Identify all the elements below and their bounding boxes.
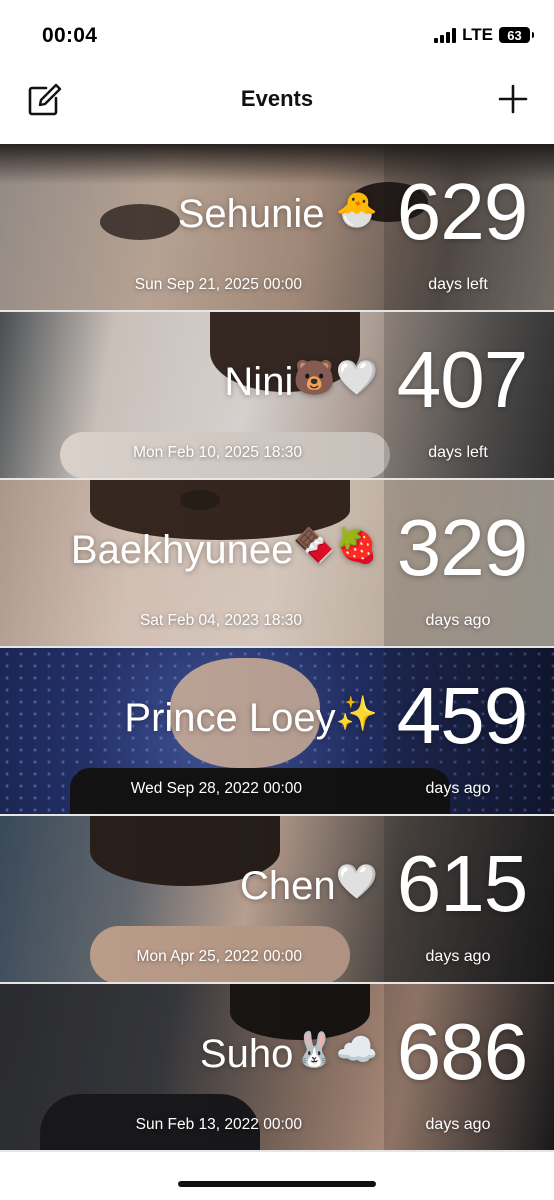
event-date: Mon Feb 10, 2025 18:30 — [133, 444, 302, 461]
event-card[interactable]: Chen🤍 Mon Apr 25, 2022 00:00 615 days ag… — [0, 816, 554, 984]
event-day-label: days ago — [425, 612, 491, 629]
event-day-label: days left — [428, 444, 488, 461]
event-day-count: 686 — [396, 1007, 528, 1096]
event-card[interactable]: Suho🐰☁️ Sun Feb 13, 2022 00:00 686 days … — [0, 984, 554, 1152]
event-day-count: 629 — [396, 167, 528, 256]
status-bar: 00:04 LTE 63 — [0, 0, 554, 70]
event-name: Sehunie 🐣 — [177, 191, 378, 236]
event-list: Sehunie 🐣 Sun Sep 21, 2025 00:00 629 day… — [0, 144, 554, 1152]
event-day-label: days ago — [425, 780, 491, 797]
event-day-count: 615 — [396, 839, 528, 928]
plus-icon[interactable] — [496, 82, 530, 116]
event-name: Suho🐰☁️ — [199, 1031, 378, 1076]
event-day-label: days ago — [425, 948, 491, 965]
home-indicator[interactable] — [178, 1181, 376, 1187]
network-type: LTE — [462, 25, 493, 44]
cellular-signal-icon — [434, 27, 457, 43]
event-day-count: 407 — [396, 335, 528, 424]
event-day-label: days ago — [425, 1116, 491, 1133]
event-card[interactable]: Baekhyunee🍫🍓 Sat Feb 04, 2023 18:30 329 … — [0, 480, 554, 648]
event-date: Wed Sep 28, 2022 00:00 — [130, 780, 302, 797]
event-day-label: days left — [428, 276, 488, 293]
event-date: Sun Feb 13, 2022 00:00 — [135, 1116, 302, 1133]
event-day-count: 329 — [396, 503, 528, 592]
status-time: 00:04 — [42, 24, 98, 47]
status-indicators: LTE 63 — [434, 25, 534, 45]
event-name: Baekhyunee🍫🍓 — [70, 527, 378, 572]
page-title: Events — [240, 86, 314, 111]
event-name: Nini🐻🤍 — [224, 359, 378, 404]
event-card[interactable]: Prince Loey✨ Wed Sep 28, 2022 00:00 459 … — [0, 648, 554, 816]
event-card[interactable]: Nini🐻🤍 Mon Feb 10, 2025 18:30 407 days l… — [0, 312, 554, 480]
event-name: Prince Loey✨ — [124, 695, 378, 740]
nav-bar: Events — [0, 70, 554, 144]
event-name: Chen🤍 — [240, 863, 378, 908]
event-day-count: 459 — [396, 671, 528, 760]
event-date: Mon Apr 25, 2022 00:00 — [136, 948, 302, 965]
battery-icon: 63 — [499, 27, 534, 43]
event-card[interactable]: Sehunie 🐣 Sun Sep 21, 2025 00:00 629 day… — [0, 144, 554, 312]
event-date: Sun Sep 21, 2025 00:00 — [134, 276, 302, 293]
event-date: Sat Feb 04, 2023 18:30 — [139, 612, 302, 629]
